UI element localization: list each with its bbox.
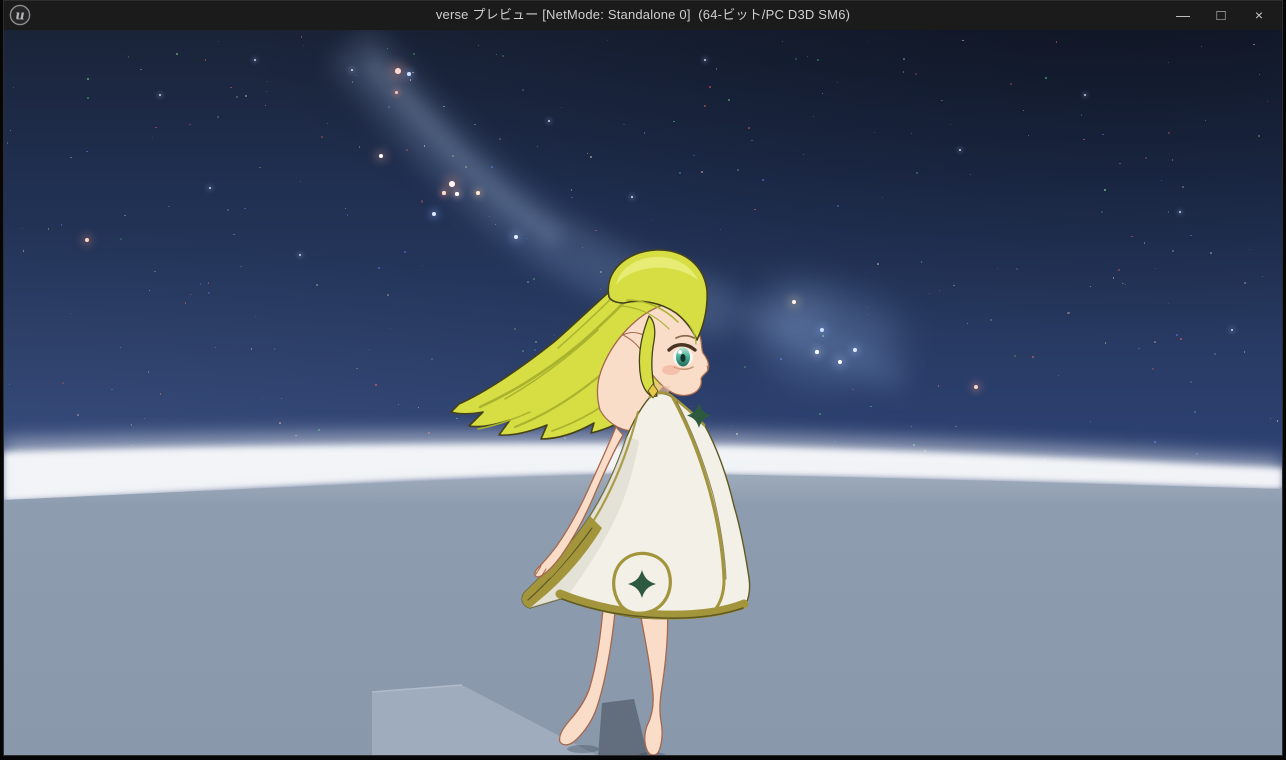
maximize-button[interactable]: □ xyxy=(1202,0,1240,30)
eye-pupil xyxy=(680,354,685,362)
eye-highlight xyxy=(678,350,682,354)
blush xyxy=(662,365,680,375)
close-button[interactable]: × xyxy=(1240,0,1278,30)
foot-shadow-left xyxy=(567,745,599,753)
game-viewport[interactable] xyxy=(0,0,1286,760)
window-title: verse プレビュー [NetMode: Standalone 0] (64-… xyxy=(0,0,1286,30)
title-bar[interactable]: u verse プレビュー [NetMode: Standalone 0] (6… xyxy=(0,0,1286,30)
app-window: u verse プレビュー [NetMode: Standalone 0] (6… xyxy=(0,0,1286,760)
minimize-button[interactable]: — xyxy=(1164,0,1202,30)
window-controls: — □ × xyxy=(1164,0,1278,30)
